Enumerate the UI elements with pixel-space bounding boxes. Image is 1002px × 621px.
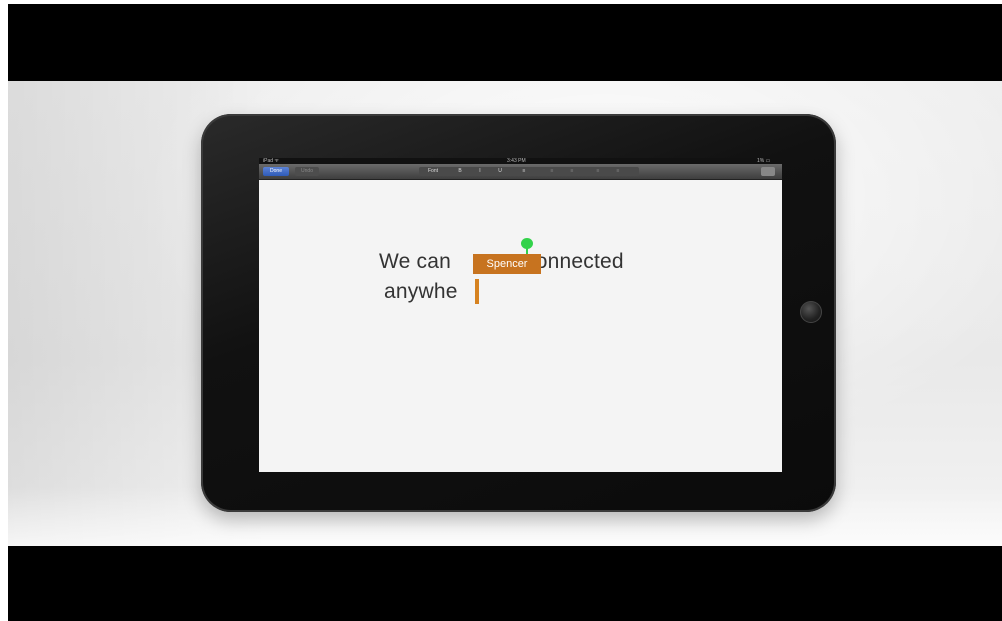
text-before: We can [379,250,458,273]
editor-toolbar: Done Undo Font B I U ≡ ≡ ≡ ≡ ≡ [259,164,782,180]
share-icon[interactable] [761,167,775,176]
collaborator-label: Spencer [473,254,541,274]
outdent-button[interactable]: ≡ [611,167,625,176]
video-stage: iPad ᯤ 3:43 PM 1% ▭ Done Undo Font B I U… [8,81,1002,546]
italic-button[interactable]: I [473,167,487,176]
collaborator-cursor [475,279,479,304]
format-button-group: Font B I U ≡ ≡ ≡ ≡ ≡ [419,167,639,176]
document-line-2[interactable]: anywhe [384,280,458,304]
list-button[interactable]: ≡ [545,167,559,176]
underline-button[interactable]: U [493,167,507,176]
letterbox-bottom [8,546,1002,621]
undo-button[interactable]: Undo [295,167,319,176]
indent-button[interactable]: ≡ [591,167,605,176]
list-button[interactable]: ≡ [565,167,579,176]
selection-pin-icon[interactable] [521,238,533,249]
align-button[interactable]: ≡ [517,167,531,176]
done-button[interactable]: Done [263,167,289,176]
ipad-screen: iPad ᯤ 3:43 PM 1% ▭ Done Undo Font B I U… [259,158,782,472]
letterbox-top [8,4,1002,81]
ipad-device: iPad ᯤ 3:43 PM 1% ▭ Done Undo Font B I U… [201,114,836,512]
home-button[interactable] [800,301,822,323]
font-button[interactable]: Font [421,167,445,176]
bold-button[interactable]: B [453,167,467,176]
